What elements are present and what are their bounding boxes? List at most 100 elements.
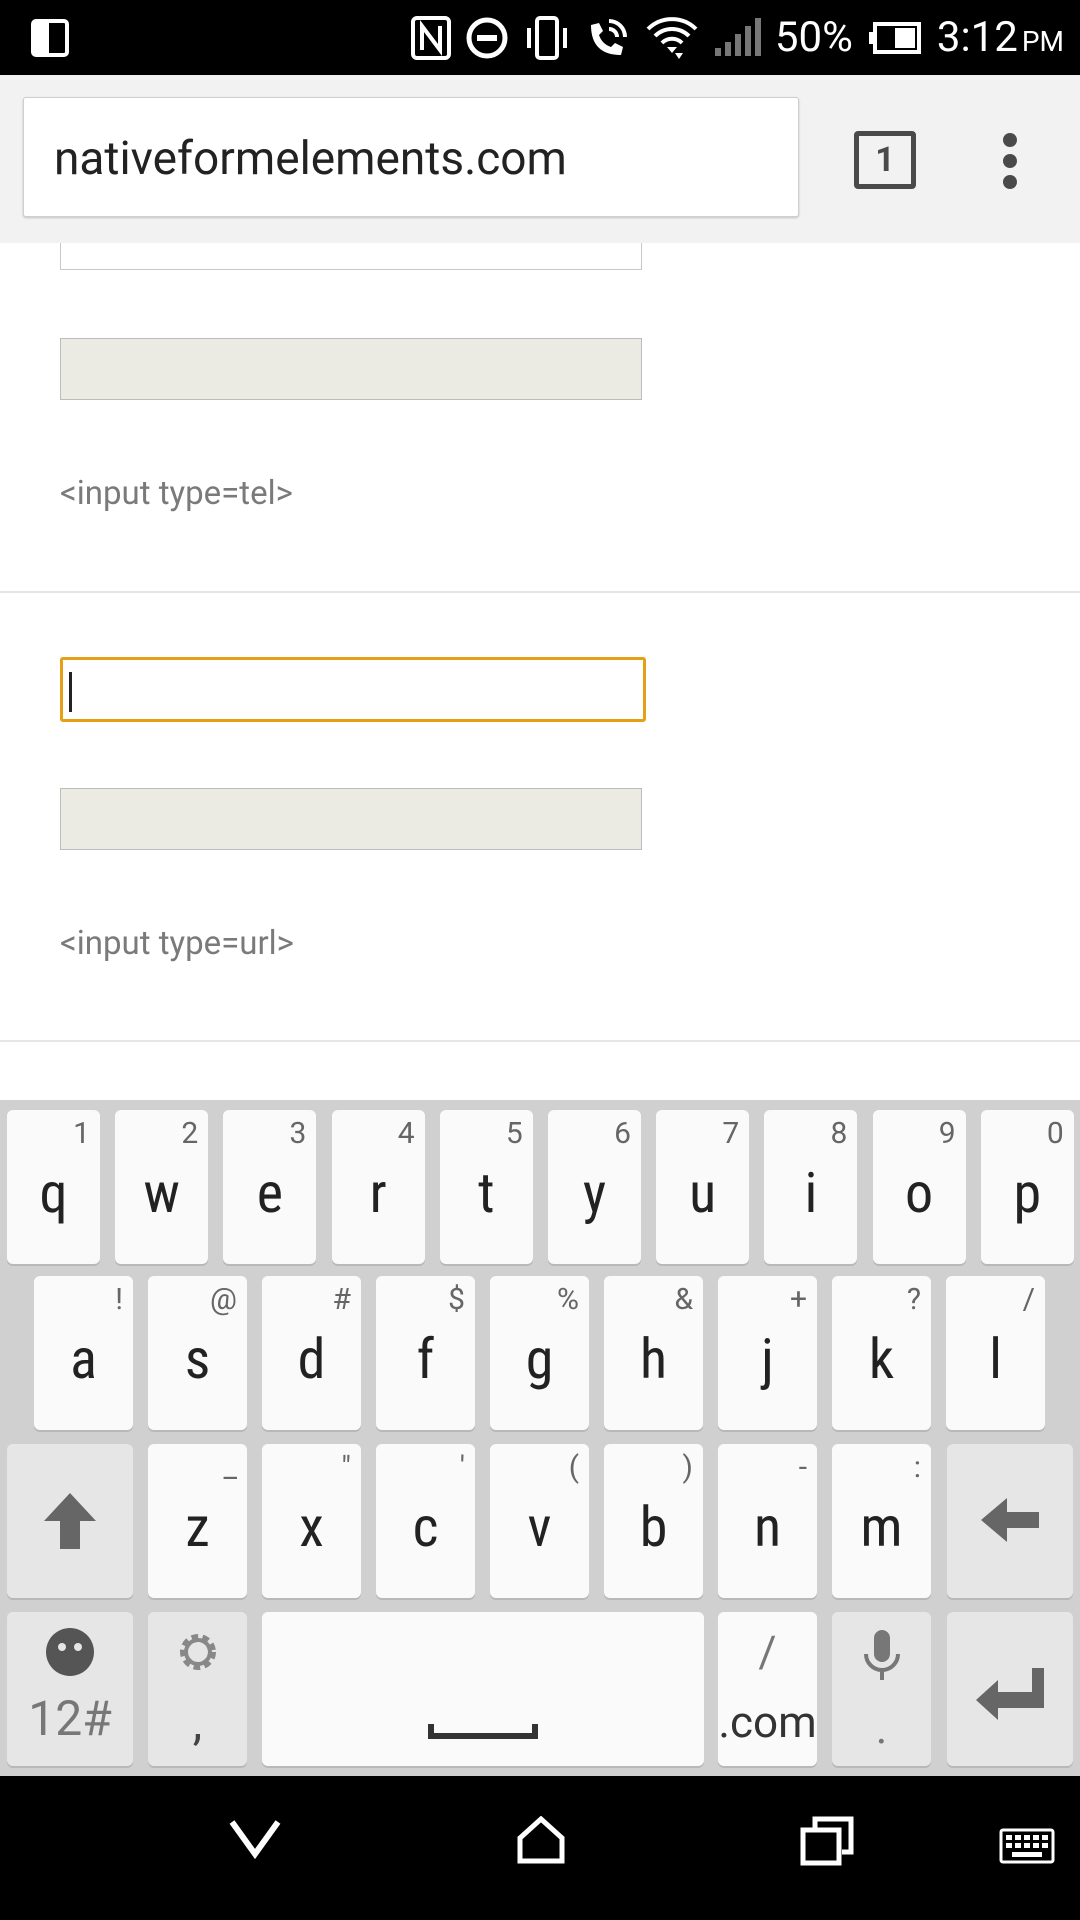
key-label: p	[1013, 1160, 1042, 1226]
key-c[interactable]: ' c	[376, 1444, 475, 1598]
backspace-arrow-icon	[947, 1494, 1073, 1546]
tab-switcher-button[interactable]: 1	[854, 131, 916, 189]
key-label: r	[369, 1160, 387, 1226]
enter-key[interactable]	[947, 1612, 1073, 1766]
keyboard-switch-icon[interactable]	[999, 1828, 1055, 1864]
key-l[interactable]: / l	[946, 1276, 1045, 1430]
space-key[interactable]	[262, 1612, 704, 1766]
key-label: c	[412, 1494, 439, 1560]
voice-input-key[interactable]: .	[832, 1612, 931, 1766]
address-bar[interactable]: nativeformelements.com	[23, 97, 799, 217]
section-divider	[0, 1040, 1080, 1042]
space-bar-icon	[262, 1724, 704, 1740]
key-label: a	[70, 1326, 97, 1392]
key-hint-label: )	[682, 1450, 693, 1485]
dotcom-key[interactable]: / .com	[718, 1612, 817, 1766]
shift-arrow-icon	[7, 1489, 133, 1553]
previous-input-field[interactable]	[60, 243, 642, 270]
backspace-key[interactable]	[947, 1444, 1073, 1598]
vibrate-icon	[523, 15, 571, 60]
key-h[interactable]: & h	[604, 1276, 703, 1430]
key-hint-label: 3	[289, 1116, 307, 1151]
key-d[interactable]: # d	[262, 1276, 361, 1430]
tel-section-label: <input type=tel>	[60, 474, 293, 513]
key-hint-label: @	[210, 1282, 237, 1317]
key-hint-label: 5	[505, 1116, 523, 1151]
url-disabled-input	[60, 788, 642, 850]
key-label: n	[753, 1494, 782, 1560]
overflow-menu-icon[interactable]	[1003, 133, 1017, 189]
key-u[interactable]: 7u	[656, 1110, 750, 1264]
key-label: s	[184, 1326, 211, 1392]
key-y[interactable]: 6y	[548, 1110, 641, 1264]
key-o[interactable]: 9o	[872, 1110, 966, 1264]
key-hint-label: 4	[397, 1116, 415, 1151]
key-hint-label: #	[332, 1282, 351, 1317]
wifi-icon	[645, 15, 699, 61]
wifi-calling-icon	[585, 15, 631, 61]
key-hint-label: _	[223, 1450, 237, 1485]
home-icon[interactable]	[516, 1816, 566, 1864]
key-hint-label: '	[459, 1450, 465, 1485]
key-a[interactable]: ! a	[34, 1276, 133, 1430]
key-label: d	[297, 1326, 326, 1392]
browser-toolbar: nativeformelements.com 1	[0, 75, 1080, 245]
key-hint-label: $	[448, 1282, 465, 1317]
key-z[interactable]: _ z	[148, 1444, 247, 1598]
key-hint-label: 8	[830, 1116, 848, 1151]
enter-arrow-icon	[947, 1662, 1073, 1722]
key-f[interactable]: $ f	[376, 1276, 475, 1430]
key-e[interactable]: 3e	[223, 1110, 317, 1264]
key-hint-label: :	[913, 1450, 921, 1485]
navigation-bar	[0, 1776, 1080, 1920]
key-label: m	[860, 1494, 903, 1560]
clock: 3:12 PM	[936, 13, 1064, 62]
shift-key[interactable]	[7, 1444, 133, 1598]
key-t[interactable]: 5t	[439, 1110, 533, 1264]
emoji-icon	[7, 1626, 133, 1678]
key-m[interactable]: :m	[832, 1444, 931, 1598]
key-label: h	[639, 1326, 668, 1392]
key-label: w	[143, 1160, 180, 1226]
text-caret	[69, 672, 72, 712]
key-s[interactable]: @ s	[148, 1276, 247, 1430]
key-hint-label: 6	[614, 1116, 631, 1151]
key-g[interactable]: % g	[490, 1276, 589, 1430]
key-k[interactable]: ? k	[832, 1276, 931, 1430]
key-hint-label: 7	[722, 1116, 740, 1151]
key-label: u	[689, 1160, 717, 1226]
battery-icon	[867, 21, 923, 55]
key-hint-label: /	[1022, 1282, 1035, 1317]
gear-icon	[148, 1628, 247, 1676]
key-label: z	[185, 1494, 210, 1560]
key-label: f	[416, 1326, 435, 1392]
key-w[interactable]: 2w	[115, 1110, 209, 1264]
key-x[interactable]: " x	[262, 1444, 361, 1598]
back-chevron-down-icon[interactable]	[228, 1816, 282, 1860]
key-label: g	[525, 1326, 554, 1392]
key-v[interactable]: (v	[490, 1444, 589, 1598]
key-label: k	[868, 1326, 895, 1392]
comma-settings-key[interactable]: ,	[148, 1612, 247, 1766]
tel-disabled-input	[60, 338, 642, 400]
key-b[interactable]: ) b	[604, 1444, 703, 1598]
status-bar: 50% 3:12 PM	[0, 0, 1080, 75]
url-text: nativeformelements.com	[54, 132, 567, 186]
key-j[interactable]: + j	[718, 1276, 817, 1430]
key-p[interactable]: 0p	[980, 1110, 1074, 1264]
key-label: o	[905, 1160, 934, 1226]
key-n[interactable]: -n	[718, 1444, 817, 1598]
symbols-emoji-key[interactable]: 12#	[7, 1612, 133, 1766]
key-r[interactable]: 4r	[331, 1110, 425, 1264]
recent-apps-icon[interactable]	[800, 1816, 854, 1866]
do-not-disturb-icon	[465, 16, 509, 60]
url-input-focused[interactable]	[60, 657, 646, 722]
key-hint-label: 0	[1046, 1116, 1064, 1151]
key-q[interactable]: 1q	[7, 1110, 100, 1264]
key-label: y	[582, 1160, 607, 1226]
key-label: q	[39, 1160, 68, 1226]
key-hint-label: 1	[73, 1116, 90, 1151]
key-i[interactable]: 8i	[764, 1110, 858, 1264]
key-hint-label: ?	[906, 1282, 921, 1317]
soft-keyboard: 1q2w3e4r5t6y7u8i9o0p ! a @ s # d $ f% g & h + j? k / l …	[0, 1100, 1080, 1776]
